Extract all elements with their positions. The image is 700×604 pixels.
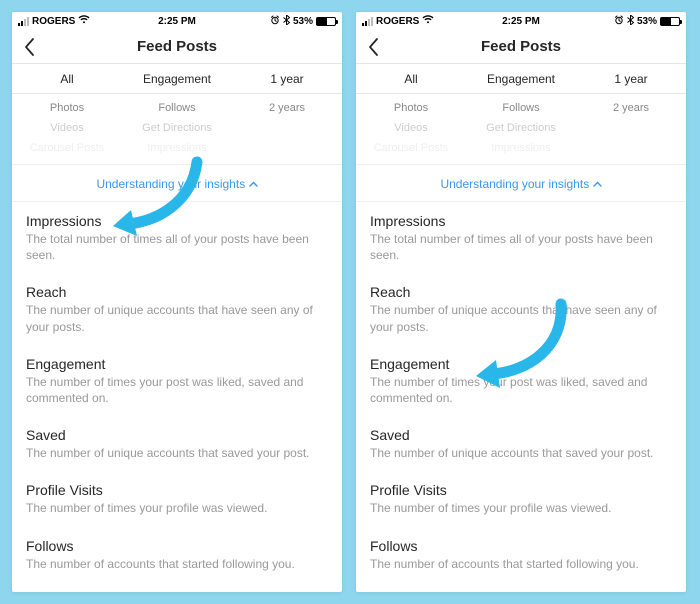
filter-metric[interactable]: Engagement xyxy=(122,64,232,93)
filter-bar: All Engagement 1 year xyxy=(12,64,342,94)
status-bar: ROGERS 2:25 PM 53% xyxy=(356,12,686,30)
definition-desc: The number of times your profile was vie… xyxy=(370,500,672,516)
phone-screenshot-left: ROGERS 2:25 PM 53% Feed Posts All Engage… xyxy=(12,12,342,592)
chevron-up-icon xyxy=(593,177,602,191)
definition-desc: The number of times your profile was vie… xyxy=(26,500,328,516)
picker-option[interactable]: 2 years xyxy=(232,98,342,118)
page-title: Feed Posts xyxy=(356,38,686,55)
definition-engagement: Engagement The number of times your post… xyxy=(370,345,672,416)
page-title: Feed Posts xyxy=(12,38,342,55)
filter-bar: All Engagement 1 year xyxy=(356,64,686,94)
filter-range[interactable]: 1 year xyxy=(576,64,686,93)
filter-type[interactable]: All xyxy=(12,64,122,93)
definition-desc: The number of unique accounts that have … xyxy=(370,302,672,334)
picker-option[interactable]: Photos xyxy=(356,98,466,118)
picker-option[interactable]: Follows xyxy=(466,98,576,118)
definition-term: Saved xyxy=(26,427,328,443)
definition-desc: The number of accounts that started foll… xyxy=(26,556,328,572)
battery-icon xyxy=(316,17,336,26)
picker-option[interactable]: Videos xyxy=(356,118,466,138)
understanding-link: Understanding your insights xyxy=(96,177,257,191)
definition-term: Reach xyxy=(26,284,328,300)
understanding-toggle[interactable]: Understanding your insights xyxy=(12,165,342,202)
definition-desc: The number of unique accounts that saved… xyxy=(370,445,672,461)
filter-type[interactable]: All xyxy=(356,64,466,93)
definition-follows: Follows The number of accounts that star… xyxy=(370,527,672,582)
battery-icon xyxy=(660,17,680,26)
definition-term: Saved xyxy=(370,427,672,443)
picker-option[interactable] xyxy=(232,138,342,158)
picker-option[interactable]: Get Directions xyxy=(466,118,576,138)
picker-option[interactable] xyxy=(576,138,686,158)
picker-option[interactable]: Videos xyxy=(12,118,122,138)
picker-option[interactable] xyxy=(576,118,686,138)
picker-option[interactable]: Photos xyxy=(12,98,122,118)
clock: 2:25 PM xyxy=(12,16,342,27)
picker-option[interactable]: Carousel Posts xyxy=(12,138,122,158)
definition-term: Impressions xyxy=(26,213,328,229)
definition-desc: The number of accounts that started foll… xyxy=(370,556,672,572)
definition-term: Reach xyxy=(370,284,672,300)
picker-option[interactable]: Carousel Posts xyxy=(356,138,466,158)
definition-profile-visits: Profile Visits The number of times your … xyxy=(370,471,672,526)
filter-range[interactable]: 1 year xyxy=(232,64,342,93)
chevron-up-icon xyxy=(249,177,258,191)
definitions-list: Impressions The total number of times al… xyxy=(12,202,342,582)
definitions-list: Impressions The total number of times al… xyxy=(356,202,686,582)
filter-picker[interactable]: Photos Follows 2 years Videos Get Direct… xyxy=(12,94,342,165)
definition-term: Follows xyxy=(370,538,672,554)
definition-term: Engagement xyxy=(370,356,672,372)
definition-profile-visits: Profile Visits The number of times your … xyxy=(26,471,328,526)
definition-impressions: Impressions The total number of times al… xyxy=(26,202,328,273)
picker-option[interactable] xyxy=(232,118,342,138)
definition-desc: The number of times your post was liked,… xyxy=(26,374,328,406)
status-bar: ROGERS 2:25 PM 53% xyxy=(12,12,342,30)
definition-term: Follows xyxy=(26,538,328,554)
picker-option[interactable]: Impressions xyxy=(122,138,232,158)
definition-desc: The number of times your post was liked,… xyxy=(370,374,672,406)
definition-desc: The total number of times all of your po… xyxy=(26,231,328,263)
definition-desc: The number of unique accounts that saved… xyxy=(26,445,328,461)
definition-desc: The number of unique accounts that have … xyxy=(26,302,328,334)
definition-impressions: Impressions The total number of times al… xyxy=(370,202,672,273)
filter-picker[interactable]: Photos Follows 2 years Videos Get Direct… xyxy=(356,94,686,165)
picker-option[interactable]: Follows xyxy=(122,98,232,118)
picker-option[interactable]: Get Directions xyxy=(122,118,232,138)
definition-term: Engagement xyxy=(26,356,328,372)
understanding-toggle[interactable]: Understanding your insights xyxy=(356,165,686,202)
definition-engagement: Engagement The number of times your post… xyxy=(26,345,328,416)
picker-option[interactable]: Impressions xyxy=(466,138,576,158)
definition-saved: Saved The number of unique accounts that… xyxy=(370,416,672,471)
picker-option[interactable]: 2 years xyxy=(576,98,686,118)
nav-header: Feed Posts xyxy=(12,30,342,64)
understanding-link: Understanding your insights xyxy=(440,177,601,191)
definition-follows: Follows The number of accounts that star… xyxy=(26,527,328,582)
clock: 2:25 PM xyxy=(356,16,686,27)
nav-header: Feed Posts xyxy=(356,30,686,64)
definition-desc: The total number of times all of your po… xyxy=(370,231,672,263)
definition-reach: Reach The number of unique accounts that… xyxy=(370,273,672,344)
definition-term: Profile Visits xyxy=(26,482,328,498)
definition-reach: Reach The number of unique accounts that… xyxy=(26,273,328,344)
definition-saved: Saved The number of unique accounts that… xyxy=(26,416,328,471)
definition-term: Impressions xyxy=(370,213,672,229)
definition-term: Profile Visits xyxy=(370,482,672,498)
filter-metric[interactable]: Engagement xyxy=(466,64,576,93)
phone-screenshot-right: ROGERS 2:25 PM 53% Feed Posts All Engage… xyxy=(356,12,686,592)
